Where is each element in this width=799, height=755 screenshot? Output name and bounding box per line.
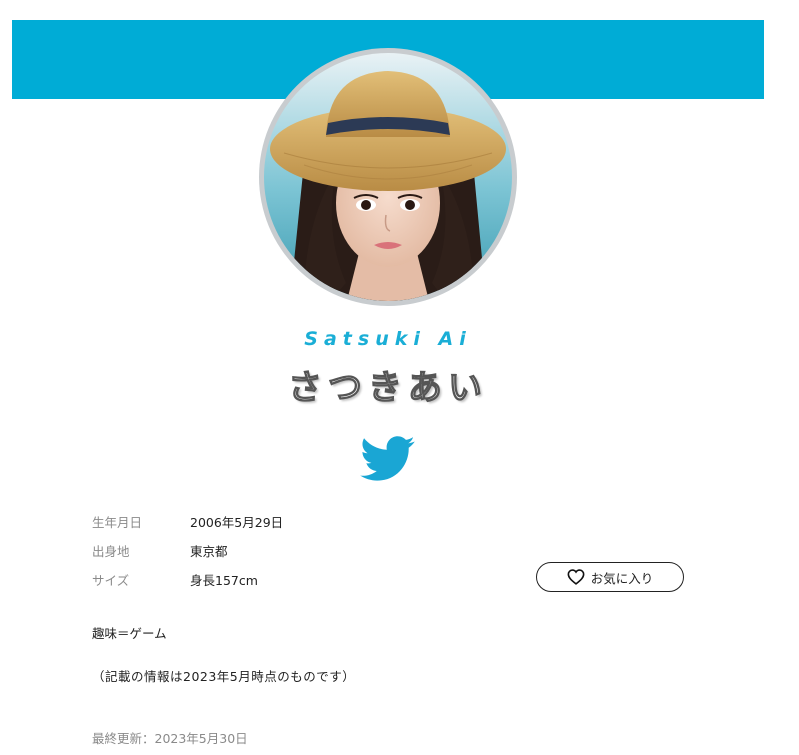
detail-label: サイズ (92, 573, 130, 588)
favorite-button-label: お気に入り (590, 570, 654, 586)
detail-row-size: サイズ 身長157cm (92, 572, 258, 590)
twitter-bird-icon[interactable] (360, 436, 416, 482)
heart-outline-icon (567, 569, 585, 585)
profile-name-romaji: Satsuki Ai (304, 328, 472, 350)
info-note: （記載の情報は2023年5月時点のものです） (92, 669, 356, 684)
detail-value: 身長157cm (190, 573, 258, 588)
hobby-text: 趣味＝ゲーム (92, 626, 167, 641)
detail-value: 東京都 (190, 544, 228, 559)
favorite-button[interactable]: お気に入り (536, 562, 684, 592)
detail-label: 生年月日 (92, 515, 143, 530)
detail-value: 2006年5月29日 (190, 515, 284, 530)
profile-avatar (259, 48, 517, 306)
detail-row-birthday: 生年月日 2006年5月29日 (92, 514, 283, 532)
detail-label: 出身地 (92, 544, 130, 559)
profile-photo (264, 53, 512, 301)
last-updated: 最終更新：2023年5月30日 (92, 731, 248, 746)
detail-row-birthplace: 出身地 東京都 (92, 543, 228, 561)
profile-name-kana: さつきあい (287, 367, 488, 408)
